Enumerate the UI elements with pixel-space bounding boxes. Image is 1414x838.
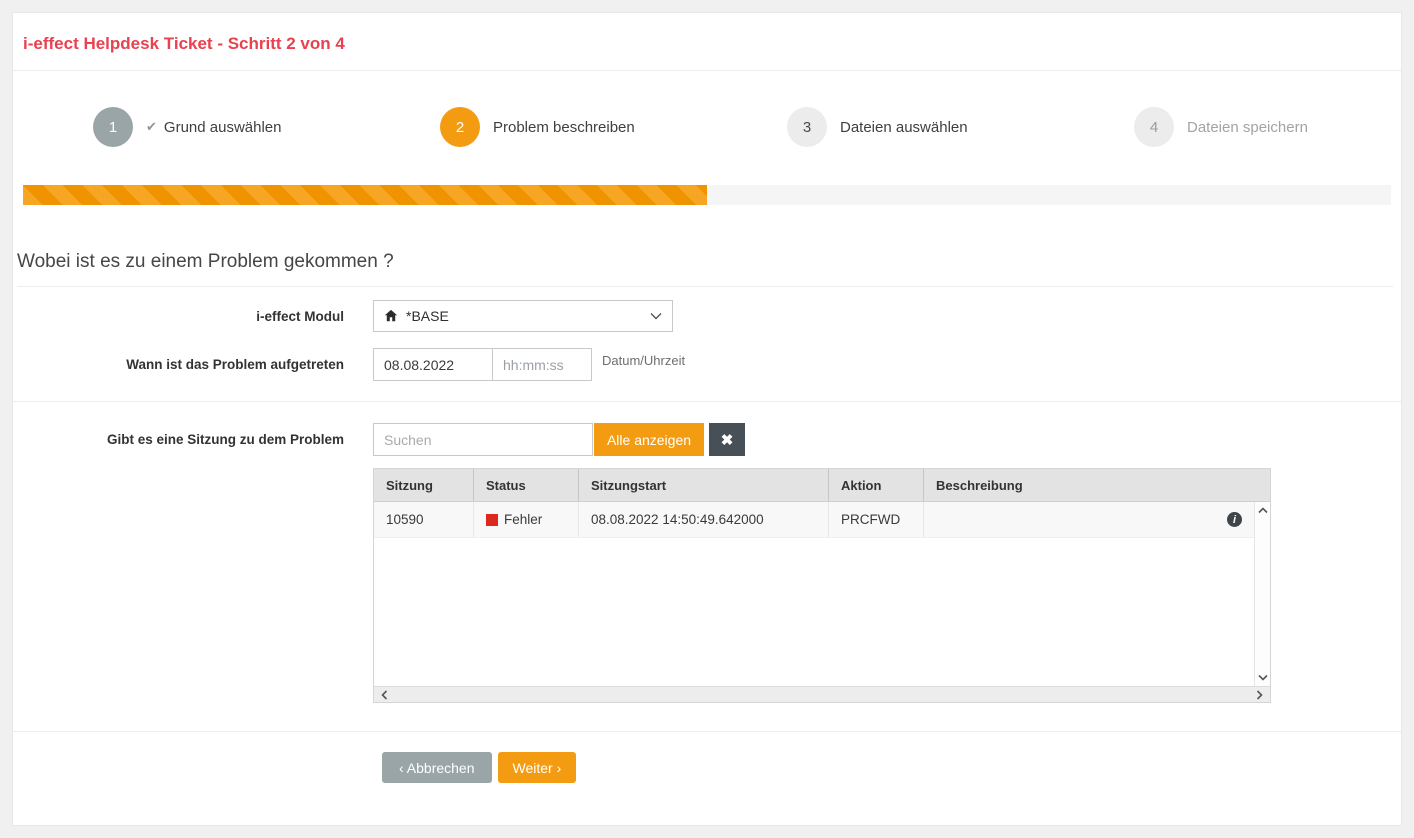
datetime-row: Wann ist das Problem aufgetreten Datum/U…: [13, 348, 1401, 381]
house-icon: [384, 309, 398, 323]
section-question: Wobei ist es zu einem Problem gekommen ?: [17, 251, 1393, 287]
column-header-beschreibung[interactable]: Beschreibung: [924, 469, 1270, 501]
column-header-sitzungstart[interactable]: Sitzungstart: [579, 469, 829, 501]
column-header-sitzung[interactable]: Sitzung: [374, 469, 474, 501]
vertical-scrollbar[interactable]: [1254, 502, 1270, 686]
date-field[interactable]: [373, 348, 493, 381]
error-status-icon: [486, 514, 498, 526]
sessions-table: Sitzung Status Sitzungstart Aktion Besch…: [373, 468, 1271, 703]
cell-sitzungstart: 08.08.2022 14:50:49.642000: [579, 502, 829, 537]
session-search-input[interactable]: [373, 423, 593, 456]
table-row[interactable]: 10590 Fehler 08.08.2022 14:50:49.642000 …: [374, 502, 1254, 538]
show-all-button[interactable]: Alle anzeigen: [594, 423, 704, 456]
scroll-down-icon[interactable]: [1258, 674, 1268, 681]
cell-beschreibung: i: [924, 502, 1254, 537]
next-button[interactable]: Weiter ›: [498, 752, 577, 783]
footer-actions: ‹ Abbrechen Weiter ›: [382, 752, 1401, 783]
step-2-circle: 2: [440, 107, 480, 147]
close-icon: ✖: [721, 432, 734, 449]
module-row: i-effect Modul *BASE: [13, 300, 1401, 332]
footer-divider: [13, 731, 1401, 732]
table-header-row: Sitzung Status Sitzungstart Aktion Besch…: [374, 469, 1270, 501]
column-header-aktion[interactable]: Aktion: [829, 469, 924, 501]
page-title: i-effect Helpdesk Ticket - Schritt 2 von…: [23, 34, 1391, 54]
info-icon[interactable]: i: [1227, 512, 1242, 527]
clear-filter-button[interactable]: ✖: [709, 423, 745, 456]
section-divider: [13, 401, 1401, 402]
scroll-left-icon[interactable]: [381, 690, 388, 700]
scroll-right-icon[interactable]: [1256, 690, 1263, 700]
step-indicator: 1 ✔ Grund auswählen 2 Problem beschreibe…: [13, 107, 1401, 147]
check-icon: ✔: [146, 119, 157, 135]
module-label: i-effect Modul: [13, 309, 344, 324]
session-label: Gibt es eine Sitzung zu dem Problem: [13, 432, 344, 447]
step-4-circle: 4: [1134, 107, 1174, 147]
status-text: Fehler: [504, 512, 542, 527]
progress-bar-track: [23, 185, 1391, 205]
cell-aktion: PRCFWD: [829, 502, 924, 537]
step-4-label: Dateien speichern: [1187, 119, 1308, 136]
progress-bar-fill: [23, 185, 707, 205]
horizontal-scrollbar[interactable]: [374, 686, 1270, 702]
step-2-label: Problem beschreiben: [493, 119, 635, 136]
step-2-problem-beschreiben: 2 Problem beschreiben: [360, 107, 707, 147]
cell-status: Fehler: [474, 502, 579, 537]
step-3-dateien-auswaehlen: 3 Dateien auswählen: [707, 107, 1054, 147]
table-rows-area: 10590 Fehler 08.08.2022 14:50:49.642000 …: [374, 502, 1254, 686]
step-4-dateien-speichern: 4 Dateien speichern: [1054, 107, 1401, 147]
datetime-label: Wann ist das Problem aufgetreten: [13, 357, 344, 372]
module-select[interactable]: *BASE: [373, 300, 673, 332]
cancel-button[interactable]: ‹ Abbrechen: [382, 752, 492, 783]
column-header-status[interactable]: Status: [474, 469, 579, 501]
module-selected-value: *BASE: [406, 308, 449, 324]
scroll-up-icon[interactable]: [1258, 507, 1268, 514]
step-1-grund-auswaehlen: 1 ✔ Grund auswählen: [13, 107, 360, 147]
step-3-label: Dateien auswählen: [840, 119, 968, 136]
table-body: 10590 Fehler 08.08.2022 14:50:49.642000 …: [374, 501, 1270, 686]
time-field[interactable]: [492, 348, 592, 381]
datetime-hint: Datum/Uhrzeit: [602, 353, 685, 368]
step-3-circle: 3: [787, 107, 827, 147]
title-bar: i-effect Helpdesk Ticket - Schritt 2 von…: [13, 13, 1401, 71]
session-row: Gibt es eine Sitzung zu dem Problem Alle…: [13, 423, 1401, 456]
step-1-circle: 1: [93, 107, 133, 147]
chevron-down-icon: [650, 312, 662, 320]
step-1-label: Grund auswählen: [164, 119, 282, 136]
wizard-card: i-effect Helpdesk Ticket - Schritt 2 von…: [12, 12, 1402, 826]
cell-sitzung: 10590: [374, 502, 474, 537]
